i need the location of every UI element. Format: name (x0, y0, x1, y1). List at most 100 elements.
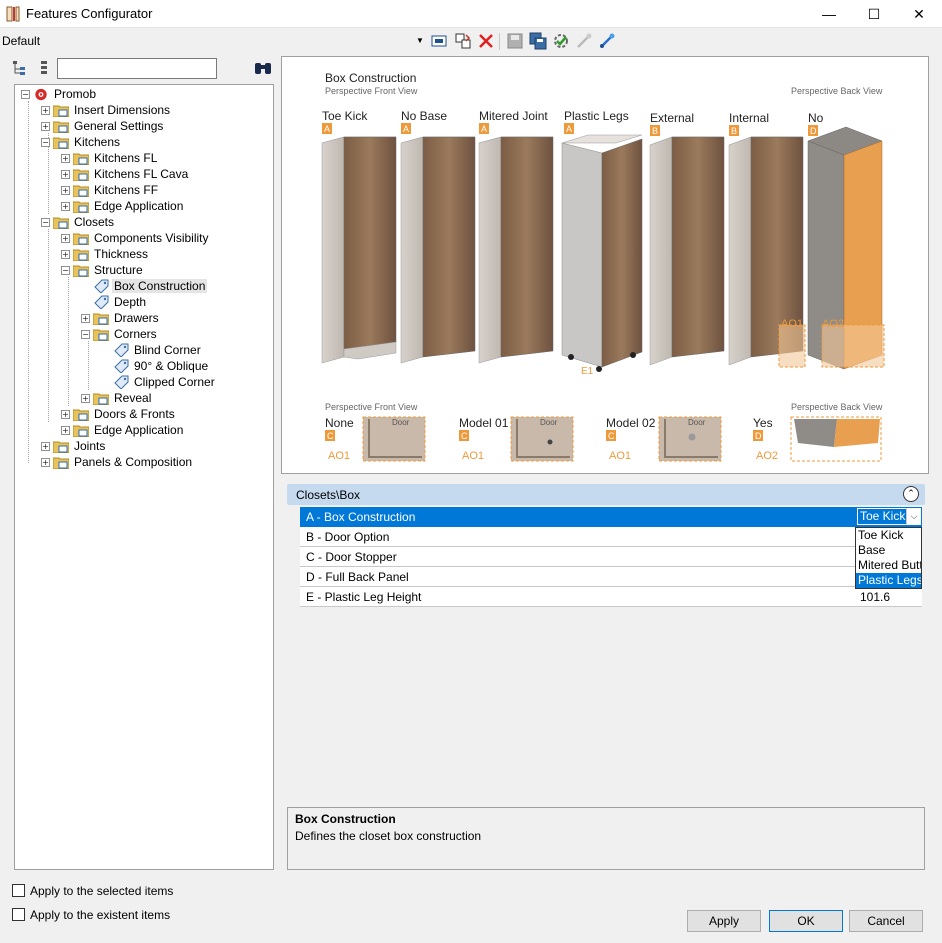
expand-toggle-icon[interactable]: + (61, 201, 70, 211)
expand-tree-icon[interactable] (36, 60, 52, 76)
property-row-box-construction[interactable]: A - Box Construction (300, 507, 922, 527)
stopper-model-02: Model 02 C AO1 Door (606, 416, 722, 462)
apply-button[interactable]: Apply (687, 910, 761, 932)
tree-node-kitchens-ff[interactable]: + Kitchens FF (61, 182, 160, 198)
tree-node-panels-composition[interactable]: + Panels & Composition (41, 454, 194, 470)
apply-selected-checkbox[interactable] (12, 884, 25, 897)
profile-select[interactable]: Default (2, 34, 40, 48)
import-icon[interactable] (575, 32, 593, 50)
cancel-button[interactable]: Cancel (849, 910, 923, 932)
tree-node-depth[interactable]: Depth (93, 294, 148, 310)
ao2-label: AO2 (822, 318, 844, 330)
check-config-icon[interactable] (552, 32, 570, 50)
description-title: Box Construction (295, 812, 396, 826)
collapse-toggle-icon[interactable]: − (21, 89, 30, 99)
tree-node-structure[interactable]: − Structure (61, 262, 145, 278)
chevron-down-icon[interactable]: ⌵ (906, 508, 921, 525)
collapse-toggle-icon[interactable]: − (41, 137, 50, 147)
tree-node-thickness[interactable]: + Thickness (61, 246, 150, 262)
tree-node-kitchens[interactable]: − Kitchens (41, 134, 122, 150)
tree-node-general-settings[interactable]: + General Settings (41, 118, 165, 134)
tree-node-corners[interactable]: − Corners (81, 326, 159, 342)
tree-node-blind-corner[interactable]: Blind Corner (113, 342, 203, 358)
dropdown-option-mitered-butt[interactable]: Mitered Butt (856, 558, 921, 573)
tree-node-joints[interactable]: + Joints (41, 438, 107, 454)
back-panel-yes: Yes D AO2 (753, 416, 882, 462)
expand-toggle-icon[interactable]: + (41, 441, 50, 451)
expand-toggle-icon[interactable]: + (61, 185, 70, 195)
toolbar: Default ▼ (0, 28, 942, 54)
expand-toggle-icon[interactable]: + (61, 425, 70, 435)
expand-toggle-icon[interactable]: + (41, 457, 50, 467)
binoculars-icon[interactable] (254, 60, 272, 76)
expand-toggle-icon[interactable]: + (61, 153, 70, 163)
collapse-toggle-icon[interactable]: − (81, 329, 90, 339)
expand-toggle-icon[interactable]: + (61, 169, 70, 179)
stopper-model-01: Model 01 C AO1 Door (459, 416, 574, 462)
tree-node-promob[interactable]: − Promob (21, 86, 98, 102)
property-row-plastic-leg-height[interactable]: E - Plastic Leg Height 101.6 (300, 587, 922, 607)
new-icon[interactable] (431, 32, 449, 50)
tree-node-kitchens-fl[interactable]: + Kitchens FL (61, 150, 159, 166)
apply-existent-label: Apply to the existent items (30, 908, 171, 922)
apply-selected-label: Apply to the selected items (30, 884, 174, 898)
expand-toggle-icon[interactable]: + (61, 409, 70, 419)
save-all-icon[interactable] (529, 32, 547, 50)
dropdown-option-base[interactable]: Base (856, 543, 921, 558)
property-row-door-stopper[interactable]: C - Door Stopper (300, 547, 922, 567)
tree-node-clipped-corner[interactable]: Clipped Corner (113, 374, 217, 390)
property-row-full-back-panel[interactable]: D - Full Back Panel (300, 567, 922, 587)
profile-dropdown-icon[interactable]: ▼ (416, 36, 424, 45)
expand-toggle-icon[interactable]: + (61, 249, 70, 259)
stopper-none: None C AO1 Door (325, 416, 426, 462)
collapse-toggle-icon[interactable]: − (41, 217, 50, 227)
export-icon[interactable] (598, 32, 616, 50)
expand-toggle-icon[interactable]: + (81, 393, 90, 403)
collapse-toggle-icon[interactable]: − (61, 265, 70, 275)
property-name: D - Full Back Panel (306, 570, 409, 584)
tree-node-closets[interactable]: − Closets (41, 214, 116, 230)
tree-node-kitchens-edge-application[interactable]: + Edge Application (61, 198, 185, 214)
property-row-door-option[interactable]: B - Door Option (300, 527, 922, 547)
folder-icon (73, 201, 89, 213)
close-button[interactable]: ✕ (896, 0, 942, 28)
box-construction-combo[interactable]: Toe Kick ⌵ (856, 507, 922, 526)
folder-icon (73, 153, 89, 165)
tree-node-closets-edge-application[interactable]: + Edge Application (61, 422, 185, 438)
expand-toggle-icon[interactable]: + (41, 121, 50, 131)
app-icon (6, 6, 20, 22)
expand-toggle-icon[interactable]: + (41, 105, 50, 115)
tree-node-doors-fronts[interactable]: + Doors & Fronts (61, 406, 177, 422)
diagram-back-view-label: Perspective Back View (791, 86, 883, 96)
dropdown-option-toe-kick[interactable]: Toe Kick (856, 528, 921, 543)
e1-label: E1 (581, 366, 594, 377)
property-name: E - Plastic Leg Height (306, 590, 422, 604)
tree-node-components-visibility[interactable]: + Components Visibility (61, 230, 211, 246)
apply-existent-checkbox[interactable] (12, 908, 25, 921)
copy-icon[interactable] (454, 32, 472, 50)
tree-node-drawers[interactable]: + Drawers (81, 310, 161, 326)
delete-icon[interactable] (477, 32, 495, 50)
property-value[interactable]: 101.6 (860, 590, 890, 604)
tree-node-reveal[interactable]: + Reveal (81, 390, 153, 406)
expand-toggle-icon[interactable]: + (61, 233, 70, 243)
dropdown-option-plastic-legs[interactable]: Plastic Legs (856, 573, 921, 588)
tree-node-box-construction[interactable]: Box Construction (93, 278, 208, 294)
tree-search-input[interactable] (57, 58, 217, 79)
tree-node-insert-dimensions[interactable]: + Insert Dimensions (41, 102, 172, 118)
collapse-up-icon[interactable]: ⌃ (903, 486, 919, 502)
collapse-tree-icon[interactable] (12, 60, 28, 76)
folder-icon (53, 105, 69, 117)
folder-open-icon (93, 329, 109, 341)
tag-icon (94, 295, 109, 309)
save-icon[interactable] (506, 32, 524, 50)
tree-node-kitchens-fl-cava[interactable]: + Kitchens FL Cava (61, 166, 190, 182)
minimize-button[interactable]: — (806, 0, 852, 28)
expand-toggle-icon[interactable]: + (81, 313, 90, 323)
promob-logo-icon (35, 88, 47, 100)
cabinet-plastic-legs: Plastic Legs A E1 (561, 109, 643, 377)
maximize-button[interactable]: ☐ (851, 0, 897, 28)
property-name: C - Door Stopper (306, 550, 397, 564)
ok-button[interactable]: OK (769, 910, 843, 932)
tree-node-90-oblique[interactable]: 90° & Oblique (113, 358, 210, 374)
